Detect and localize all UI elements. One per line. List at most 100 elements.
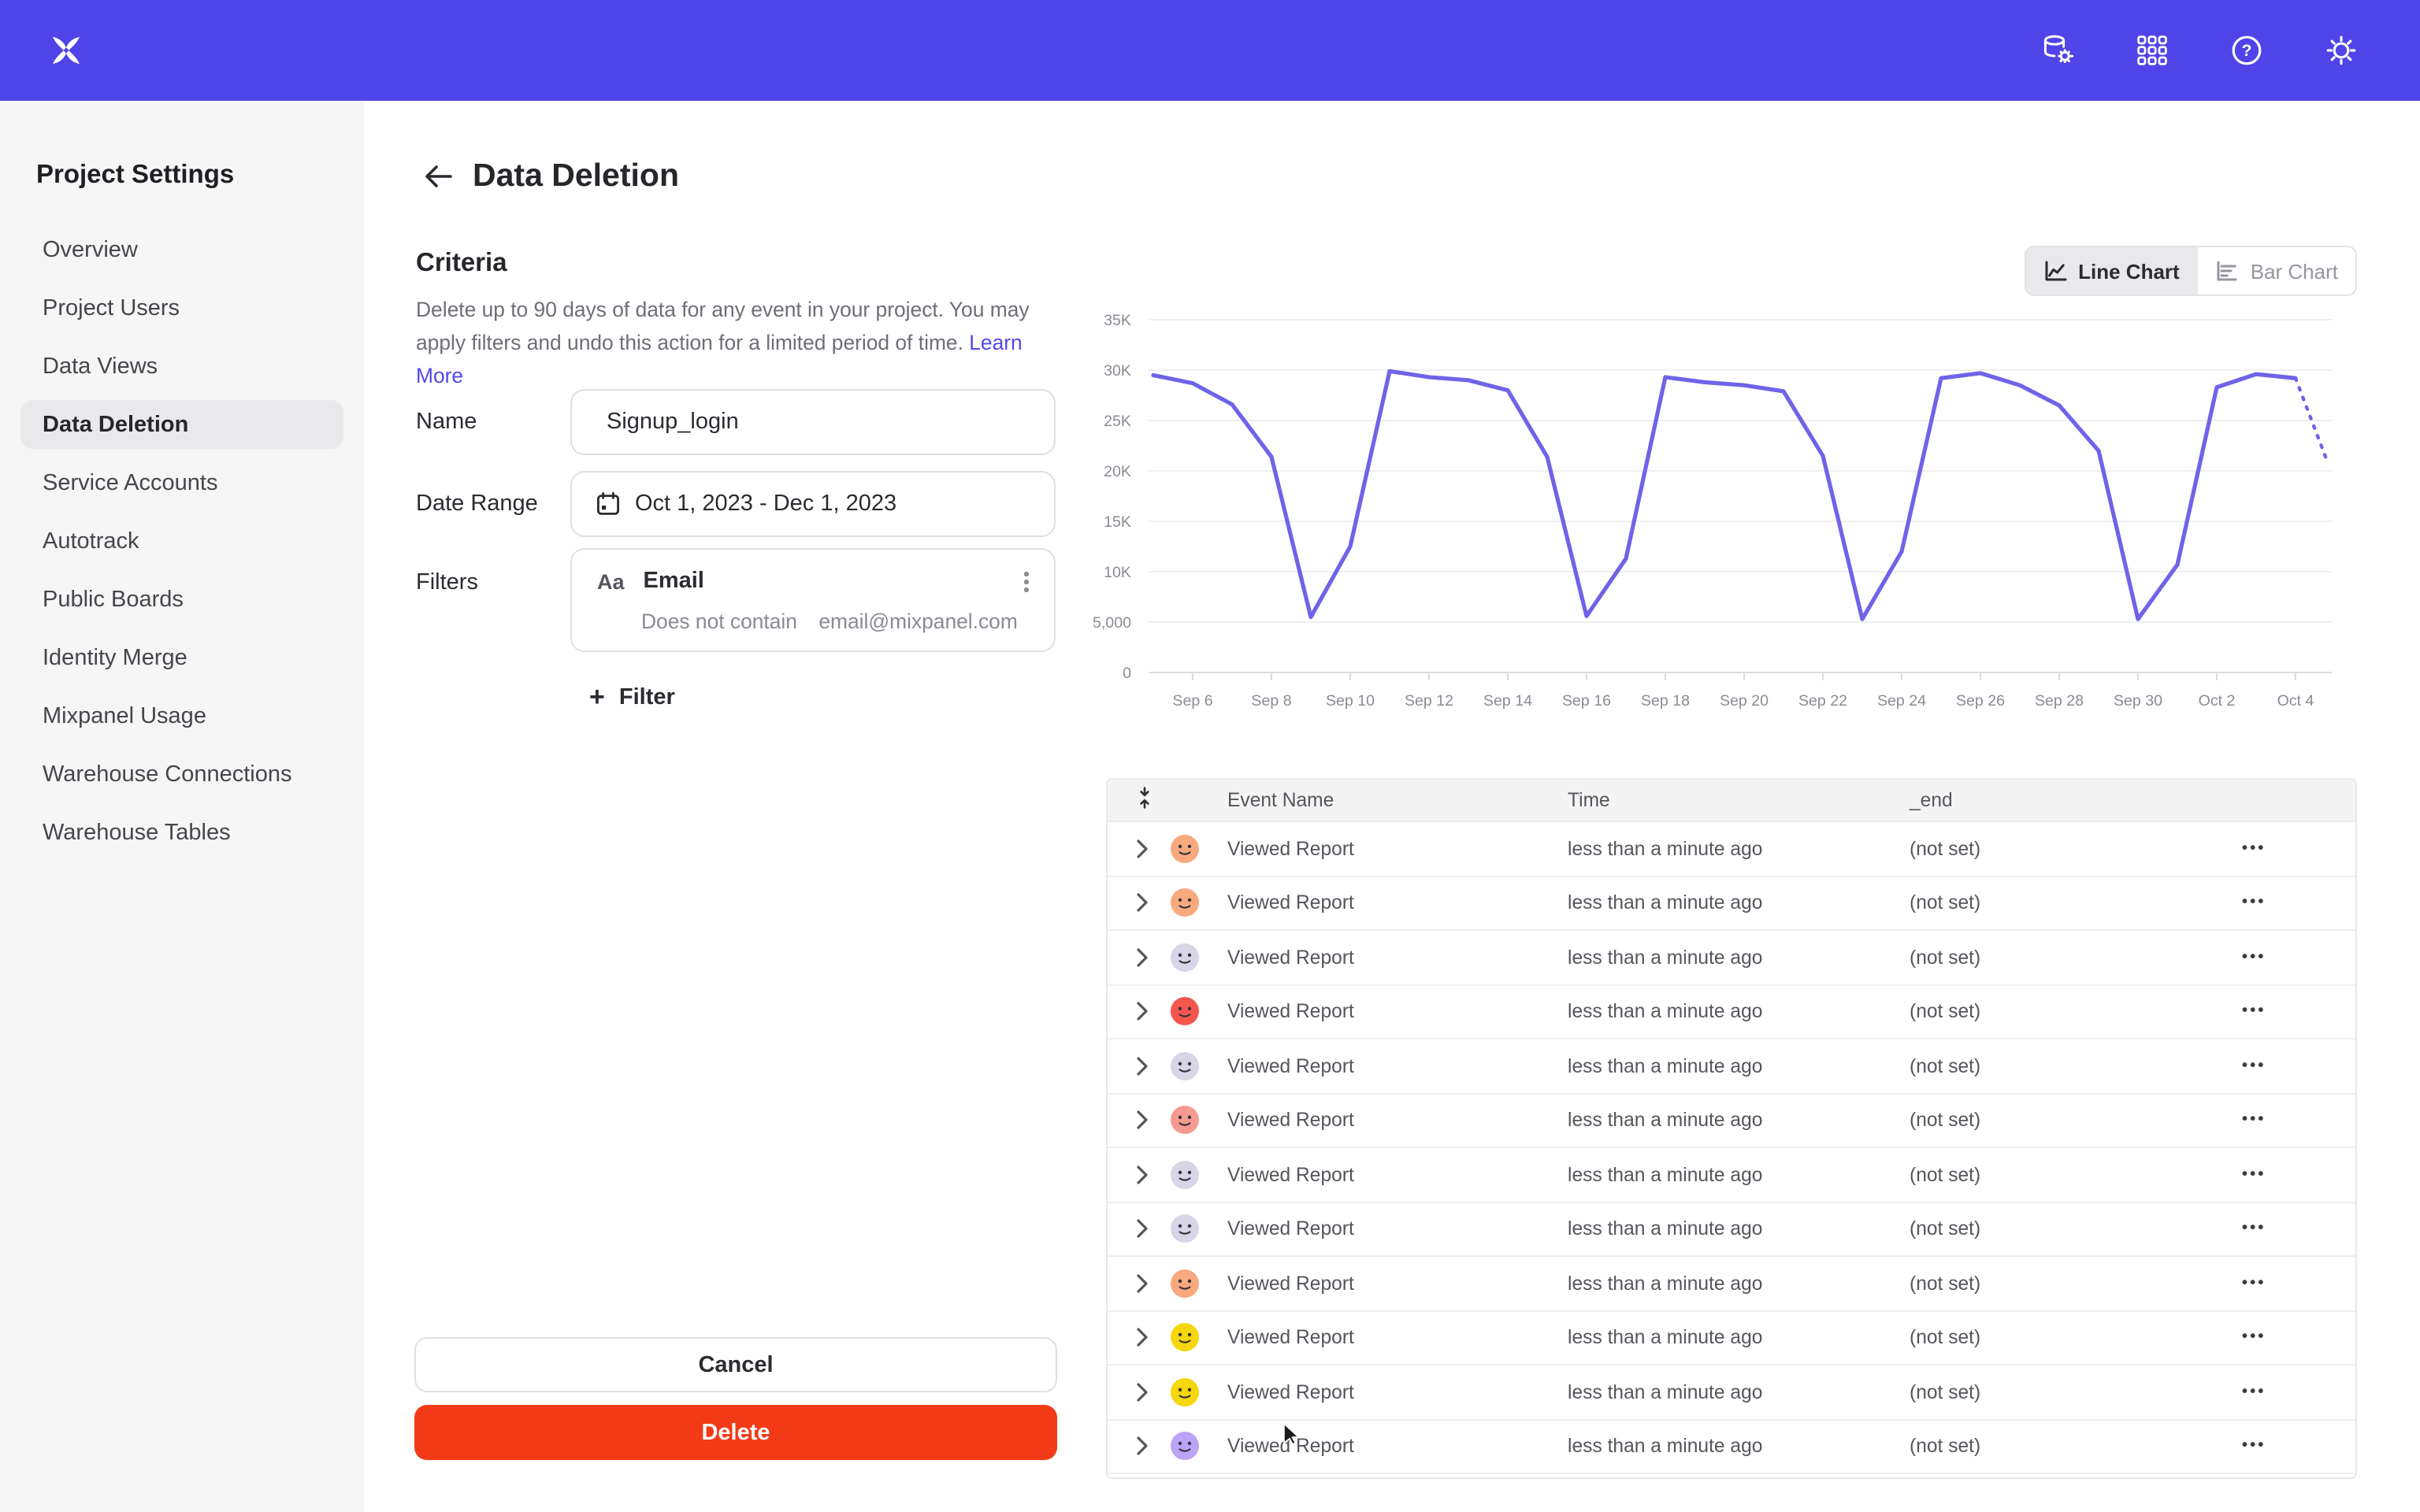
sidebar-item-warehouse-connections[interactable]: Warehouse Connections bbox=[20, 750, 343, 799]
cancel-button[interactable]: Cancel bbox=[414, 1337, 1057, 1392]
event-name-cell: Viewed Report bbox=[1227, 892, 1354, 914]
end-cell: (not set) bbox=[1910, 947, 1980, 969]
filter-card[interactable]: Aa Email Does not contain email@mixpanel… bbox=[570, 548, 1056, 652]
add-filter-label: Filter bbox=[619, 684, 675, 710]
bar-chart-icon bbox=[2216, 260, 2240, 282]
back-arrow-icon[interactable] bbox=[419, 158, 457, 195]
svg-text:Sep 28: Sep 28 bbox=[2035, 692, 2084, 710]
apps-grid-icon[interactable] bbox=[2121, 19, 2184, 82]
settings-gear-icon[interactable] bbox=[2310, 19, 2373, 82]
sidebar-item-project-users[interactable]: Project Users bbox=[20, 284, 343, 332]
column-header-time[interactable]: Time bbox=[1568, 789, 1610, 811]
svg-text:Sep 16: Sep 16 bbox=[1562, 692, 1611, 710]
sidebar-item-label: Data Deletion bbox=[43, 412, 188, 437]
row-expand-chevron-icon[interactable] bbox=[1133, 1434, 1152, 1459]
sidebar-item-label: Identity Merge bbox=[43, 645, 187, 670]
string-type-icon: Aa bbox=[597, 569, 625, 593]
avatar bbox=[1171, 889, 1199, 917]
row-expand-chevron-icon[interactable] bbox=[1133, 1162, 1152, 1188]
svg-text:Sep 24: Sep 24 bbox=[1877, 692, 1926, 710]
row-menu-icon[interactable]: ••• bbox=[2242, 1003, 2266, 1021]
row-menu-icon[interactable]: ••• bbox=[2242, 1329, 2266, 1347]
filter-operator[interactable]: Does not contain bbox=[641, 610, 797, 633]
row-expand-chevron-icon[interactable] bbox=[1133, 1217, 1152, 1242]
avatar bbox=[1171, 835, 1199, 863]
row-expand-chevron-icon[interactable] bbox=[1133, 945, 1152, 970]
time-cell: less than a minute ago bbox=[1568, 1273, 1762, 1295]
sidebar-item-label: Warehouse Tables bbox=[43, 820, 231, 845]
row-expand-chevron-icon[interactable] bbox=[1133, 1325, 1152, 1351]
event-name-cell: Viewed Report bbox=[1227, 1055, 1354, 1077]
date-range-field[interactable]: Oct 1, 2023 - Dec 1, 2023 bbox=[570, 471, 1056, 537]
sidebar-item-autotrack[interactable]: Autotrack bbox=[20, 517, 343, 565]
table-header: Event Name Time _end bbox=[1108, 780, 2355, 822]
delete-button[interactable]: Delete bbox=[414, 1405, 1057, 1460]
column-header-end[interactable]: _end bbox=[1910, 789, 1953, 811]
row-expand-chevron-icon[interactable] bbox=[1133, 1271, 1152, 1296]
table-row: Viewed Reportless than a minute ago(not … bbox=[1108, 1148, 2355, 1203]
svg-text:30K: 30K bbox=[1104, 362, 1131, 380]
row-expand-chevron-icon[interactable] bbox=[1133, 1054, 1152, 1079]
help-icon[interactable]: ? bbox=[2215, 19, 2278, 82]
row-menu-icon[interactable]: ••• bbox=[2242, 1438, 2266, 1455]
sidebar-item-warehouse-tables[interactable]: Warehouse Tables bbox=[20, 808, 343, 857]
add-filter-button[interactable]: + Filter bbox=[583, 677, 681, 717]
avatar bbox=[1171, 1106, 1199, 1135]
sidebar-item-label: Service Accounts bbox=[43, 470, 217, 495]
time-cell: less than a minute ago bbox=[1568, 1436, 1762, 1458]
line-chart-icon bbox=[2043, 260, 2067, 282]
avatar bbox=[1171, 998, 1199, 1026]
tab-line-chart-label: Line Chart bbox=[2078, 259, 2180, 283]
sidebar-item-overview[interactable]: Overview bbox=[20, 225, 343, 274]
row-menu-icon[interactable]: ••• bbox=[2242, 1058, 2266, 1075]
sidebar-item-data-views[interactable]: Data Views bbox=[20, 342, 343, 391]
time-cell: less than a minute ago bbox=[1568, 947, 1762, 969]
row-menu-icon[interactable]: ••• bbox=[2242, 1112, 2266, 1129]
time-cell: less than a minute ago bbox=[1568, 1001, 1762, 1023]
mixpanel-logo-icon[interactable] bbox=[47, 32, 85, 69]
row-expand-chevron-icon[interactable] bbox=[1133, 836, 1152, 862]
tab-line-chart[interactable]: Line Chart bbox=[2026, 247, 2197, 295]
sort-rows-icon[interactable] bbox=[1136, 787, 1153, 813]
avatar bbox=[1171, 1052, 1199, 1080]
row-menu-icon[interactable]: ••• bbox=[2242, 1166, 2266, 1184]
name-input[interactable] bbox=[603, 408, 1019, 436]
criteria-description: Delete up to 90 days of data for any eve… bbox=[416, 293, 1049, 393]
row-expand-chevron-icon[interactable] bbox=[1133, 999, 1152, 1025]
svg-text:20K: 20K bbox=[1104, 463, 1131, 480]
sidebar-item-identity-merge[interactable]: Identity Merge bbox=[20, 633, 343, 682]
sidebar-item-data-deletion[interactable]: Data Deletion bbox=[20, 400, 343, 449]
table-row: Viewed Reportless than a minute ago(not … bbox=[1108, 1311, 2355, 1366]
tab-bar-chart[interactable]: Bar Chart bbox=[2197, 247, 2355, 295]
table-row: Viewed Reportless than a minute ago(not … bbox=[1108, 1366, 2355, 1420]
data-settings-icon[interactable] bbox=[2026, 19, 2089, 82]
row-menu-icon[interactable]: ••• bbox=[2242, 895, 2266, 912]
column-header-event-name[interactable]: Event Name bbox=[1227, 789, 1334, 811]
avatar bbox=[1171, 1324, 1199, 1352]
row-expand-chevron-icon[interactable] bbox=[1133, 1108, 1152, 1133]
top-bar: ? bbox=[0, 0, 2420, 101]
svg-text:Sep 20: Sep 20 bbox=[1720, 692, 1769, 710]
event-name-cell: Viewed Report bbox=[1227, 1381, 1354, 1403]
table-row: Viewed Reportless than a minute ago(not … bbox=[1108, 1094, 2355, 1148]
event-name-cell: Viewed Report bbox=[1227, 1164, 1354, 1186]
sidebar-item-mixpanel-usage[interactable]: Mixpanel Usage bbox=[20, 691, 343, 740]
row-menu-icon[interactable]: ••• bbox=[2242, 840, 2266, 858]
avatar bbox=[1171, 943, 1199, 972]
filter-value[interactable]: email@mixpanel.com bbox=[818, 610, 1018, 633]
time-cell: less than a minute ago bbox=[1568, 1110, 1762, 1132]
avatar bbox=[1171, 1161, 1199, 1189]
row-menu-icon[interactable]: ••• bbox=[2242, 1221, 2266, 1238]
sidebar-item-public-boards[interactable]: Public Boards bbox=[20, 575, 343, 624]
table-row: Viewed Reportless than a minute ago(not … bbox=[1108, 822, 2355, 876]
calendar-icon bbox=[596, 491, 621, 517]
row-menu-icon[interactable]: ••• bbox=[2242, 1275, 2266, 1292]
filter-menu-icon[interactable] bbox=[1022, 569, 1032, 595]
row-expand-chevron-icon[interactable] bbox=[1133, 891, 1152, 916]
row-expand-chevron-icon[interactable] bbox=[1133, 1380, 1152, 1405]
svg-text:Sep 30: Sep 30 bbox=[2114, 692, 2162, 710]
row-menu-icon[interactable]: ••• bbox=[2242, 1384, 2266, 1401]
sidebar-item-service-accounts[interactable]: Service Accounts bbox=[20, 458, 343, 507]
row-menu-icon[interactable]: ••• bbox=[2242, 949, 2266, 966]
svg-text:Sep 14: Sep 14 bbox=[1483, 692, 1532, 710]
